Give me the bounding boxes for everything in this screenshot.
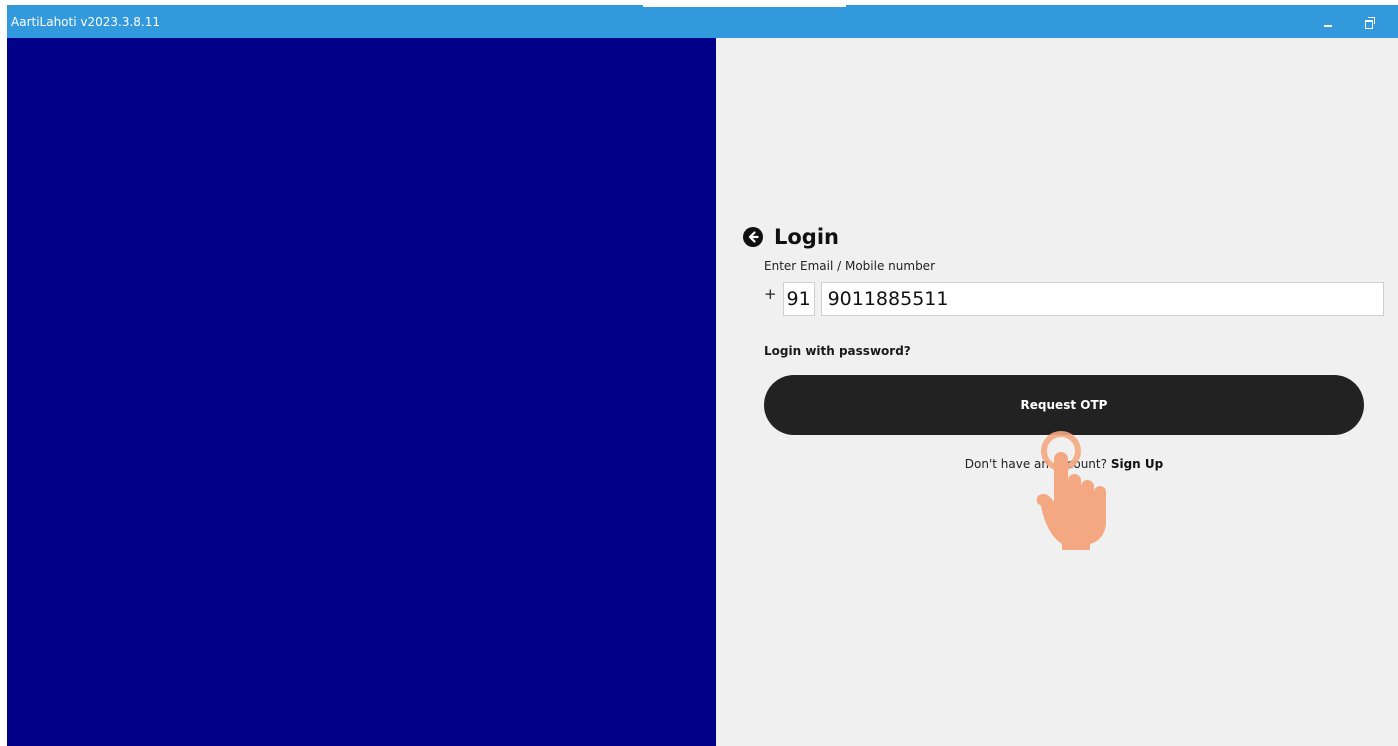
minimize-button[interactable] bbox=[1318, 12, 1338, 32]
signup-link[interactable]: Sign Up bbox=[1111, 457, 1163, 471]
signup-row: Don't have an account? Sign Up bbox=[764, 457, 1364, 471]
left-blue-panel bbox=[7, 38, 716, 746]
window-controls bbox=[1318, 12, 1380, 32]
minimize-icon bbox=[1324, 25, 1332, 27]
app-window: AartiLahoti v2023.3.8.11 Login Enter Ema… bbox=[7, 5, 1398, 746]
back-button[interactable] bbox=[743, 227, 763, 247]
login-header: Login bbox=[743, 225, 839, 249]
signup-prompt: Don't have an account? bbox=[964, 457, 1107, 471]
login-with-password-link[interactable]: Login with password? bbox=[764, 344, 911, 358]
phone-input-row: + 91 9011885511 bbox=[764, 281, 1384, 317]
request-otp-label: Request OTP bbox=[1020, 398, 1108, 412]
phone-number-input[interactable]: 9011885511 bbox=[820, 282, 1384, 316]
request-otp-button[interactable]: Request OTP bbox=[764, 375, 1364, 435]
restore-button[interactable] bbox=[1360, 12, 1380, 32]
restore-icon bbox=[1365, 17, 1375, 29]
title-bar-highlight bbox=[643, 5, 846, 7]
plus-sign: + bbox=[764, 285, 777, 303]
login-panel: Login Enter Email / Mobile number + 91 9… bbox=[716, 38, 1398, 746]
title-bar[interactable]: AartiLahoti v2023.3.8.11 bbox=[7, 5, 1398, 38]
arrow-left-circle-icon bbox=[748, 231, 759, 243]
window-title: AartiLahoti v2023.3.8.11 bbox=[11, 15, 160, 29]
hand-pointer-icon bbox=[1036, 431, 1106, 550]
email-mobile-label: Enter Email / Mobile number bbox=[764, 259, 935, 273]
country-code-input[interactable]: 91 bbox=[782, 282, 815, 316]
login-title: Login bbox=[774, 225, 839, 249]
